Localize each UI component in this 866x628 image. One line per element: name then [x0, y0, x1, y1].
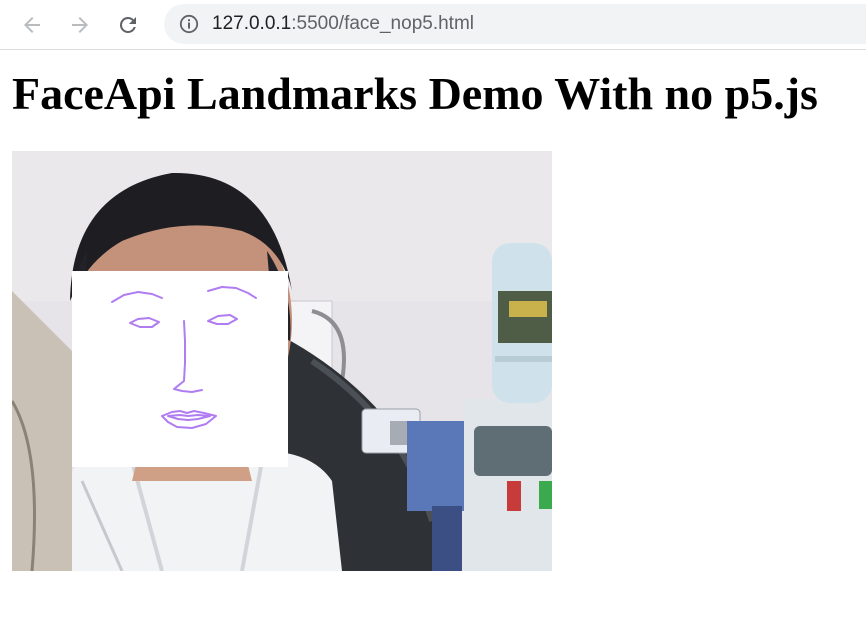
webcam-video [12, 151, 552, 571]
arrow-right-icon [68, 13, 92, 37]
back-button[interactable] [14, 7, 50, 43]
info-icon[interactable] [178, 13, 200, 35]
right-eye-stroke [207, 314, 238, 325]
landmark-canvas [72, 271, 288, 467]
nose-stroke [173, 320, 203, 393]
forward-button[interactable] [62, 7, 98, 43]
inner-lip-stroke [167, 414, 211, 421]
url-path: :5500/face_nop5.html [291, 13, 474, 34]
left-eye-stroke [129, 317, 160, 328]
left-eyebrow-stroke [111, 291, 163, 303]
page-title: FaceApi Landmarks Demo With no p5.js [12, 68, 818, 119]
browser-toolbar: 127.0.0.1:5500/face_nop5.html [0, 0, 866, 50]
face-landmarks-drawing [111, 286, 257, 429]
reload-button[interactable] [110, 7, 146, 43]
address-bar[interactable]: 127.0.0.1:5500/face_nop5.html [164, 4, 866, 44]
right-eyebrow-stroke [207, 286, 257, 299]
url-host: 127.0.0.1 [212, 13, 292, 34]
url-text[interactable]: 127.0.0.1:5500/face_nop5.html [212, 13, 474, 35]
arrow-left-icon [20, 13, 44, 37]
reload-icon [116, 13, 140, 37]
